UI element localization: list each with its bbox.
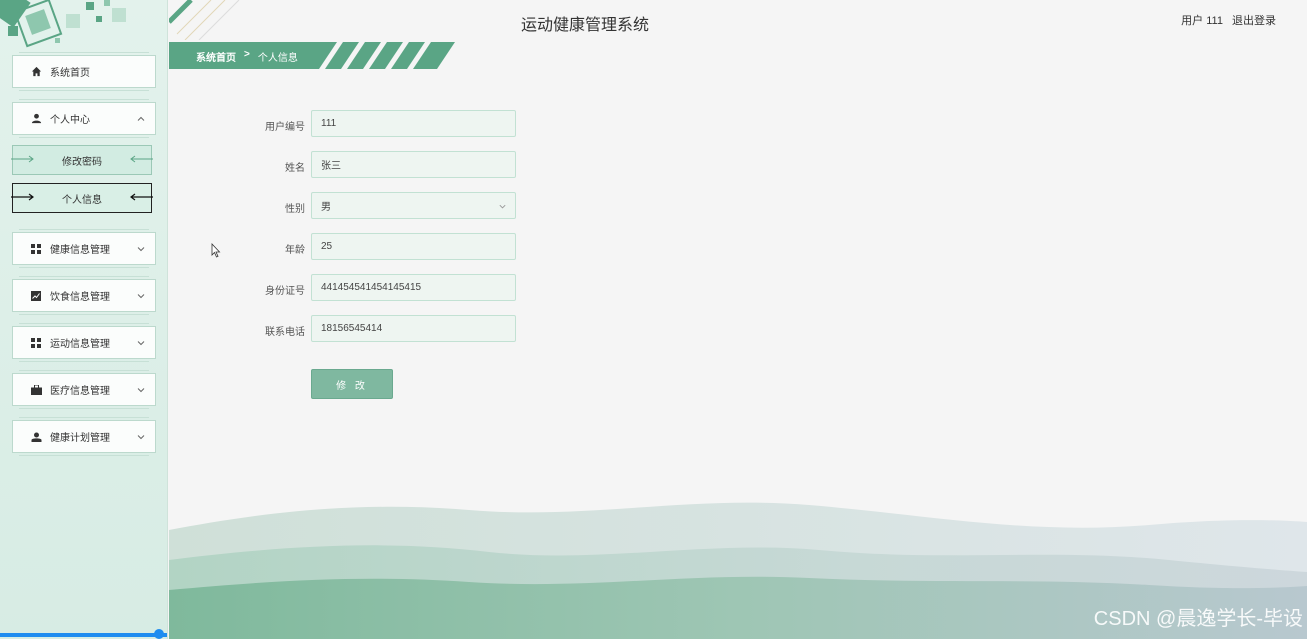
sidebar-item-label: 饮食信息管理: [50, 292, 110, 303]
chevron-up-icon: [137, 116, 145, 121]
breadcrumb: 系统首页 > 个人信息: [196, 49, 298, 64]
chevron-down-icon: [499, 204, 506, 209]
mouse-cursor-icon: [211, 243, 221, 258]
home-icon: [30, 66, 42, 78]
breadcrumb-current: 个人信息: [257, 53, 298, 64]
sub-item-label: 修改密码: [62, 156, 102, 168]
header-decoration: [169, 0, 240, 40]
user-id-label: 用户编号: [265, 122, 305, 133]
sidebar-item-exercise-info[interactable]: 运动信息管理: [12, 323, 156, 362]
chevron-down-icon: [137, 435, 145, 440]
grid-icon: [30, 243, 42, 255]
horizontal-scrollbar[interactable]: [0, 633, 167, 637]
page-title: 运动健康管理系统: [521, 17, 650, 34]
gender-value: 男: [321, 202, 331, 213]
sidebar: 系统首页 个人中心 修改密码 个人信息 健康信息管理 饮食信息管理 运动信息管理…: [0, 0, 168, 639]
grid-icon: [30, 337, 42, 349]
sidebar-item-label: 系统首页: [50, 68, 90, 79]
watermark: CSDN @晨逸学长-毕设: [1093, 608, 1303, 630]
user-id-field[interactable]: 111: [311, 110, 516, 137]
age-value: 25: [321, 241, 333, 252]
sidebar-item-personal-center[interactable]: 个人中心: [12, 99, 156, 138]
id-number-label: 身份证号: [265, 286, 305, 297]
user-label: 用户 111: [1181, 15, 1223, 27]
chevron-down-icon: [137, 247, 145, 252]
sidebar-item-medical-info[interactable]: 医疗信息管理: [12, 370, 156, 409]
age-field[interactable]: 25: [311, 233, 516, 260]
arrow-right-icon: [11, 193, 34, 201]
gender-select[interactable]: 男: [311, 192, 516, 219]
phone-value: 18156545414: [321, 323, 383, 334]
name-label: 姓名: [285, 163, 305, 174]
sidebar-item-home[interactable]: 系统首页: [12, 52, 156, 91]
sidebar-decoration: [0, 0, 126, 48]
arrow-left-icon: [130, 155, 153, 163]
sidebar-item-health-info[interactable]: 健康信息管理: [12, 229, 156, 268]
modify-button[interactable]: 修 改: [311, 369, 393, 399]
scrollbar-thumb[interactable]: [154, 629, 164, 639]
user-card-icon: [30, 431, 42, 443]
sidebar-item-diet-info[interactable]: 饮食信息管理: [12, 276, 156, 315]
name-field[interactable]: 张三: [311, 151, 516, 178]
chevron-down-icon: [137, 388, 145, 393]
arrow-right-icon: [11, 155, 34, 163]
gender-label: 性别: [285, 204, 305, 215]
phone-label: 联系电话: [265, 327, 305, 338]
sub-item-label: 个人信息: [62, 194, 102, 206]
breadcrumb-separator: >: [244, 49, 250, 60]
age-label: 年龄: [285, 245, 305, 256]
chevron-down-icon: [137, 341, 145, 346]
name-value: 张三: [321, 161, 341, 172]
arrow-left-icon: [130, 193, 153, 201]
sidebar-item-label: 健康信息管理: [50, 245, 110, 256]
sidebar-subitem-personal-info[interactable]: 个人信息: [11, 183, 153, 213]
briefcase-icon: [30, 384, 42, 396]
phone-field[interactable]: 18156545414: [311, 315, 516, 342]
sidebar-item-health-plan[interactable]: 健康计划管理: [12, 417, 156, 456]
sidebar-item-label: 健康计划管理: [50, 433, 110, 444]
user-icon: [30, 113, 42, 125]
user-area: 用户 111 退出登录: [1175, 12, 1276, 28]
sidebar-item-label: 个人中心: [50, 115, 90, 126]
id-number-field[interactable]: 441454541454145415: [311, 274, 516, 301]
sidebar-item-label: 运动信息管理: [50, 339, 110, 350]
sidebar-item-label: 医疗信息管理: [50, 386, 110, 397]
logout-link[interactable]: 退出登录: [1232, 15, 1276, 27]
chevron-down-icon: [137, 294, 145, 299]
sidebar-subitem-change-password[interactable]: 修改密码: [11, 145, 153, 175]
user-id-value: 111: [321, 118, 337, 129]
line-chart-icon: [30, 290, 42, 302]
breadcrumb-home[interactable]: 系统首页: [196, 49, 236, 64]
id-number-value: 441454541454145415: [321, 282, 422, 293]
